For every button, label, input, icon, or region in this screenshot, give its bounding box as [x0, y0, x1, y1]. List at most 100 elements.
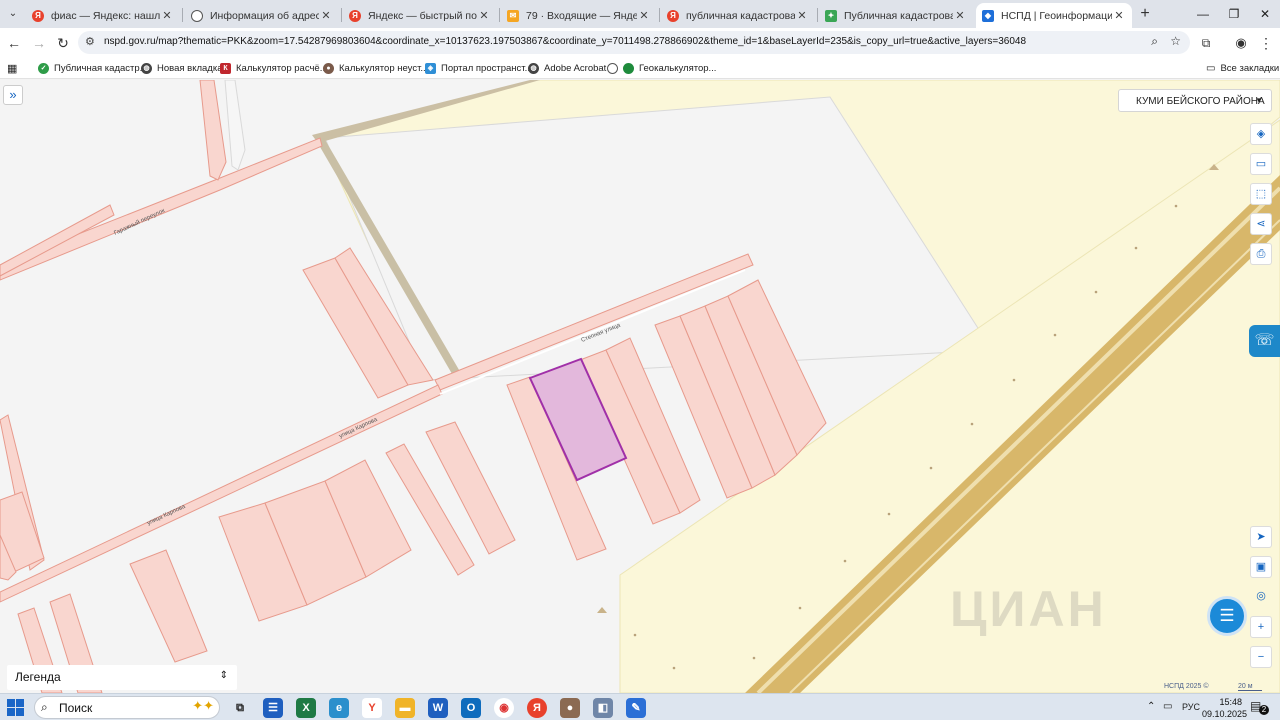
tab-close-icon[interactable]: ✕: [160, 9, 174, 22]
search-icon[interactable]: ⌕: [1151, 34, 1158, 49]
mail-icon: ✉: [507, 9, 519, 22]
new-tab-icon[interactable]: +: [1136, 5, 1154, 23]
language-indicator[interactable]: РУС: [1182, 702, 1200, 712]
bookmark-portal[interactable]: ◈ Портал пространст...: [425, 60, 533, 76]
task-view-icon[interactable]: ⧉: [230, 698, 250, 718]
edge-icon[interactable]: e: [329, 698, 349, 718]
nspd-icon: ◆: [982, 9, 994, 22]
street-label-karpova-1: улица Карпова: [338, 417, 379, 440]
reload-icon[interactable]: ↻: [52, 32, 74, 54]
address-bar[interactable]: ⚙ nspd.gov.ru/map?thematic=PKK&zoom=17.5…: [78, 31, 1190, 54]
menu-icon[interactable]: ⋮: [1255, 32, 1277, 54]
network-icon[interactable]: ▭: [1163, 701, 1172, 712]
app-pen-icon[interactable]: ✎: [626, 698, 646, 718]
tab-close-icon[interactable]: ✕: [953, 9, 967, 22]
geolocate-icon[interactable]: ◎: [1250, 586, 1272, 608]
yandex-icon[interactable]: Я: [527, 698, 547, 718]
select-area-icon[interactable]: ⬚: [1250, 183, 1272, 205]
minimap-icon[interactable]: ▣: [1250, 556, 1272, 578]
geo-icon: [623, 62, 634, 74]
app-icon[interactable]: ☰: [263, 698, 283, 718]
tab-close-icon[interactable]: ✕: [319, 9, 333, 22]
app-tool-icon[interactable]: ◧: [593, 698, 613, 718]
expand-arrows-icon: ⇕: [219, 670, 228, 681]
chat-bubble-button[interactable]: ☰: [1207, 596, 1247, 636]
tab-yandex-search[interactable]: Я Яндекс — быстрый поиск в ин ✕: [343, 3, 497, 28]
chat-support-icon[interactable]: ☏: [1249, 325, 1280, 357]
layers-icon[interactable]: ◈: [1250, 123, 1272, 145]
close-window-icon[interactable]: ✕: [1250, 4, 1280, 24]
zoom-in-button[interactable]: +: [1250, 616, 1272, 638]
attribution: НСПД 2025 ©: [1164, 683, 1209, 690]
bookmark-geocalc[interactable]: Геокалькулятор...: [607, 60, 716, 76]
my-location-icon[interactable]: ➤: [1250, 526, 1272, 548]
tab-yandex-mail[interactable]: ✉ 79 · Входящие — Яндекс Почта ✕: [501, 3, 657, 28]
apps-grid-icon[interactable]: ▦: [7, 60, 17, 76]
app-avatar-icon[interactable]: ●: [560, 698, 580, 718]
bookmark-adobe[interactable]: ◍ Adobe Acrobat: [528, 60, 606, 76]
profile-icon[interactable]: ◉: [1230, 32, 1252, 54]
tray-chevron-icon[interactable]: ⌃: [1147, 701, 1155, 712]
navigation-bar: ← → ↻ ⚙ nspd.gov.ru/map?thematic=PKK&zoo…: [0, 28, 1280, 57]
tab-fias-yandex[interactable]: Я фиас — Яндекс: нашлось 8 млн ✕: [26, 3, 180, 28]
system-clock[interactable]: 15:48 09.10.2025: [1202, 696, 1247, 720]
tab-search-dropdown-icon[interactable]: ⌄: [4, 5, 22, 23]
avatar-icon: ●: [323, 62, 334, 74]
outlook-icon[interactable]: O: [461, 698, 481, 718]
yandex-icon: Я: [667, 9, 679, 22]
ruler-icon[interactable]: ▭: [1250, 153, 1272, 175]
taskbar-search-input[interactable]: ⌕ Поиск ✦✦: [34, 696, 220, 719]
yandex-icon: Я: [32, 9, 44, 22]
bookmark-calc-1[interactable]: К Калькулятор расчё...: [220, 60, 328, 76]
globe-icon: ◍: [528, 62, 539, 74]
tab-pkk[interactable]: ✦ Публичная кадастровая карта ✕: [819, 3, 973, 28]
share-icon[interactable]: ⋖: [1250, 213, 1272, 235]
windows-start-icon[interactable]: [7, 699, 25, 717]
tab-close-icon[interactable]: ✕: [1112, 9, 1126, 22]
tab-address-info[interactable]: Информация об адресе ✕: [185, 3, 339, 28]
back-icon[interactable]: ←: [3, 32, 25, 54]
chevron-down-icon: ▼: [1255, 96, 1263, 105]
file-explorer-icon[interactable]: ▬: [395, 698, 415, 718]
pkk-icon: ✦: [825, 9, 837, 22]
word-icon[interactable]: W: [428, 698, 448, 718]
globe-icon: [607, 62, 618, 74]
tab-nspd-active[interactable]: ◆ НСПД | Геоинформационный ✕: [976, 3, 1132, 28]
bookmarks-bar: ▦ ✓ Публичная кадастр... ◍ Новая вкладка К…: [0, 57, 1280, 79]
bookmark-calc-2[interactable]: ● Калькулятор неуст...: [323, 60, 428, 76]
tab-close-icon[interactable]: ✕: [795, 9, 809, 22]
search-icon: ⌕: [41, 700, 48, 714]
chrome-icon[interactable]: ◉: [494, 698, 514, 718]
forward-icon[interactable]: →: [28, 32, 50, 54]
windows-taskbar: ⌕ Поиск ✦✦ ⧉ ☰ X e Y ▬ W O ◉ Я ● ◧ ✎ ⌃ ▭…: [0, 693, 1280, 720]
bookmark-new-tab[interactable]: ◍ Новая вкладка: [141, 60, 222, 76]
portal-icon: ◈: [425, 62, 436, 74]
all-bookmarks[interactable]: ▭ Все закладки: [1206, 60, 1279, 76]
region-select[interactable]: КУМИ БЕЙСКОГО РАЙОНА ▼: [1118, 89, 1272, 112]
minimize-icon[interactable]: —: [1188, 4, 1218, 24]
extensions-icon[interactable]: ⧉: [1195, 32, 1217, 54]
yandex-browser-icon[interactable]: Y: [362, 698, 382, 718]
notification-icon[interactable]: ▤ 2: [1250, 699, 1269, 716]
globe-icon: ◍: [141, 62, 152, 74]
tab-pkk-yandex[interactable]: Я публичная кадастровая карта ✕: [661, 3, 815, 28]
map-viewport[interactable]: Гаражный переулок Степная улица улица Ка…: [0, 80, 1280, 693]
bookmark-pkk[interactable]: ✓ Публичная кадастр...: [38, 60, 148, 76]
legend-panel[interactable]: Легенда ⇕: [7, 665, 237, 690]
sparkle-icon: ✦✦: [192, 698, 214, 713]
url-text[interactable]: nspd.gov.ru/map?thematic=PKK&zoom=17.542…: [104, 36, 1026, 47]
site-info-icon[interactable]: ⚙: [85, 35, 95, 48]
expand-sidebar-button[interactable]: »: [3, 85, 23, 105]
star-icon[interactable]: ☆: [1170, 34, 1181, 48]
yandex-icon: Я: [349, 9, 361, 22]
tab-strip: ⌄ Я фиас — Яндекс: нашлось 8 млн ✕ Инфор…: [0, 0, 1280, 28]
tab-close-icon[interactable]: ✕: [477, 9, 491, 22]
zoom-out-button[interactable]: −: [1250, 646, 1272, 668]
calc-icon: К: [220, 62, 231, 74]
print-icon[interactable]: ⎙: [1250, 243, 1272, 265]
restore-icon[interactable]: ❐: [1219, 4, 1249, 24]
watermark: ЦИАН: [950, 581, 1107, 637]
folder-icon: ▭: [1206, 62, 1216, 74]
tab-close-icon[interactable]: ✕: [637, 9, 651, 22]
excel-icon[interactable]: X: [296, 698, 316, 718]
